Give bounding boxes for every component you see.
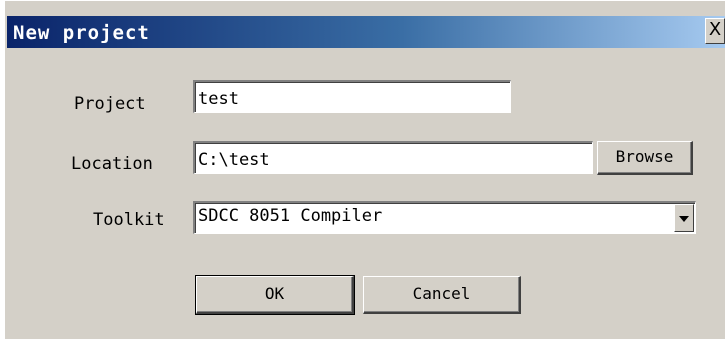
dialog-title: New project (13, 22, 150, 44)
cancel-button[interactable]: Cancel (363, 276, 521, 314)
close-icon: X (708, 19, 722, 40)
new-project-dialog: New project X Project Location Browse To… (4, 0, 725, 339)
location-input[interactable] (193, 141, 593, 174)
location-label: Location (71, 154, 153, 174)
title-bar[interactable]: New project X (7, 16, 725, 48)
ok-button[interactable]: OK (195, 275, 355, 315)
toolkit-select[interactable]: SDCC 8051 Compiler (193, 201, 696, 234)
project-name-input[interactable] (193, 80, 511, 113)
close-button[interactable]: X (705, 18, 725, 44)
browse-button[interactable]: Browse (597, 141, 693, 175)
toolkit-selected-value: SDCC 8051 Compiler (198, 206, 383, 226)
toolkit-label: Toolkit (93, 210, 165, 230)
chevron-down-icon[interactable] (674, 204, 694, 232)
project-label: Project (74, 94, 146, 114)
